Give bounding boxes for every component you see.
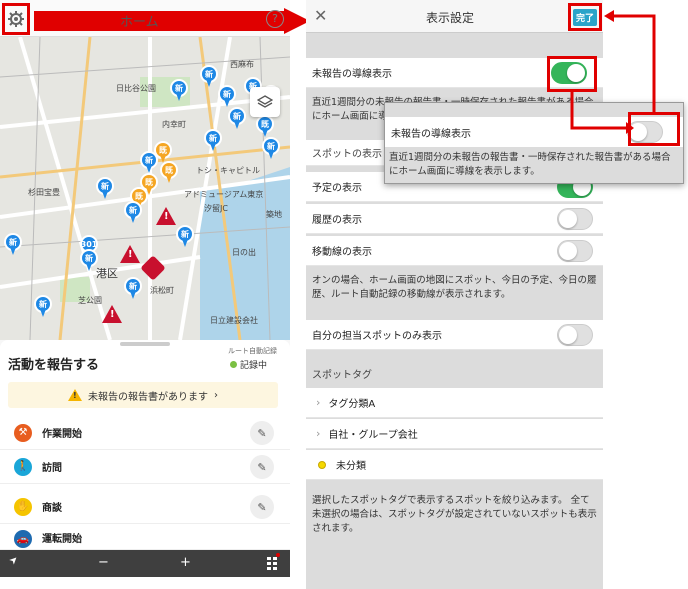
page-title: ホーム [120, 15, 159, 30]
help-icon[interactable]: ? [266, 10, 284, 28]
annotation-connectors [570, 10, 656, 134]
